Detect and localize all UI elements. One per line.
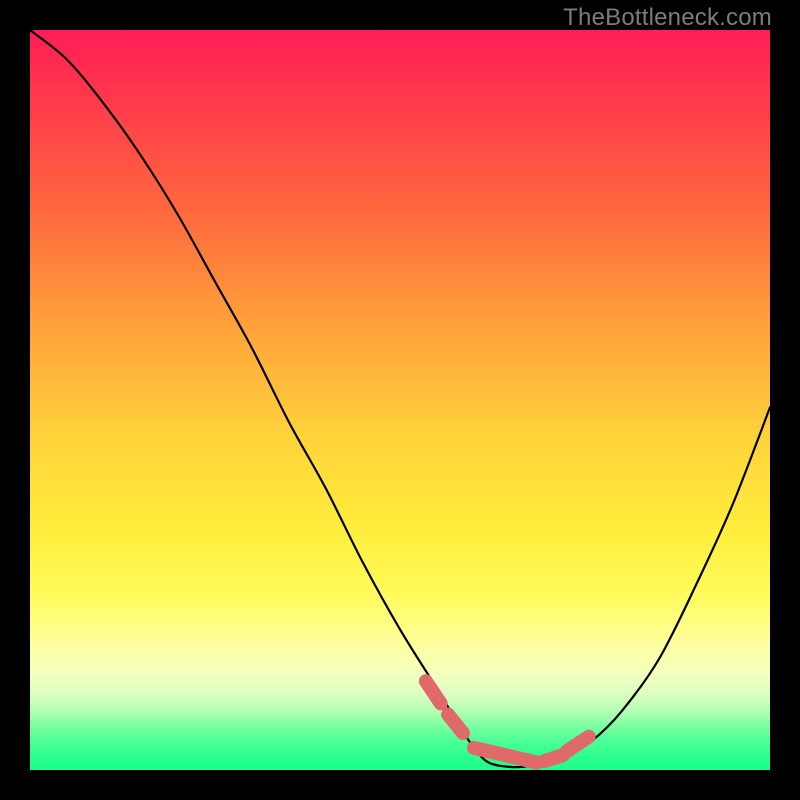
curve-svg <box>30 30 770 770</box>
plot-area <box>30 30 770 770</box>
optimal-zone-segment <box>426 681 441 703</box>
optimal-zone-segment <box>474 748 537 763</box>
optimal-zone-markers <box>426 681 589 762</box>
watermark-text: TheBottleneck.com <box>563 4 772 32</box>
optimal-zone-segment <box>567 737 589 752</box>
chart-frame: TheBottleneck.com <box>0 0 800 800</box>
bottleneck-curve <box>30 30 770 767</box>
optimal-zone-segment <box>448 715 463 734</box>
optimal-zone-segment <box>544 755 563 761</box>
